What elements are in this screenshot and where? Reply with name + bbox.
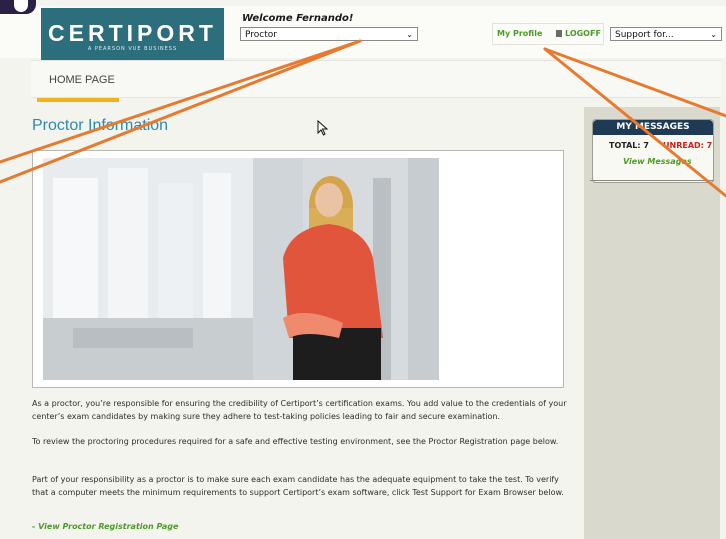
welcome-message: Welcome Fernando!	[242, 13, 354, 24]
proctor-photo	[43, 158, 439, 380]
main-navigation: HOME PAGE	[31, 60, 721, 102]
support-select-value: Support for...	[615, 30, 674, 40]
intro-paragraph: As a proctor, you’re responsible for ens…	[32, 399, 567, 421]
support-select[interactable]: Support for... ⌄	[610, 27, 722, 41]
my-profile-link[interactable]: My Profile	[497, 29, 542, 38]
chevron-down-icon: ⌄	[406, 30, 413, 39]
view-messages-link[interactable]: View Messages	[623, 157, 692, 166]
sidebar-divider	[590, 180, 714, 181]
main-content: Proctor Information As a proctor, you’re…	[22, 107, 577, 539]
role-select-value: Proctor	[245, 30, 277, 40]
view-proctor-registration-link[interactable]: - View Proctor Registration Page	[32, 522, 178, 531]
right-sidebar: MY MESSAGES TOTAL: 7 UNREAD: 7 View Mess…	[584, 107, 720, 539]
logoff-label: LOGOFF	[565, 29, 601, 38]
page-title: Proctor Information	[32, 117, 169, 134]
nav-home-tab[interactable]: HOME PAGE	[49, 74, 115, 86]
messages-title: MY MESSAGES	[593, 120, 713, 135]
lock-icon	[556, 30, 562, 37]
page: CERTIPORT A PEARSON VUE BUSINESS Welcome…	[0, 0, 726, 539]
requirements-paragraph: Part of your responsibility as a proctor…	[32, 475, 564, 497]
logoff-link[interactable]: LOGOFF	[556, 29, 601, 38]
proctor-photo-illustration	[43, 158, 439, 380]
mouse-cursor-icon	[317, 120, 329, 136]
messages-total: TOTAL: 7	[609, 141, 649, 150]
procedures-paragraph: To review the proctoring procedures requ…	[32, 437, 559, 446]
logo-wordmark: CERTIPORT	[48, 20, 217, 46]
messages-unread: UNREAD: 7	[663, 141, 713, 150]
app-corner-badge	[0, 0, 36, 14]
certiport-logo[interactable]: CERTIPORT A PEARSON VUE BUSINESS	[41, 8, 224, 60]
messages-panel: MY MESSAGES TOTAL: 7 UNREAD: 7 View Mess…	[592, 119, 714, 183]
app-corner-dot	[14, 0, 28, 12]
chevron-down-icon: ⌄	[710, 30, 717, 39]
role-select[interactable]: Proctor ⌄	[240, 27, 418, 41]
logo-tagline: A PEARSON VUE BUSINESS	[87, 46, 178, 52]
active-tab-indicator	[37, 98, 119, 102]
proctor-photo-frame	[32, 150, 564, 388]
